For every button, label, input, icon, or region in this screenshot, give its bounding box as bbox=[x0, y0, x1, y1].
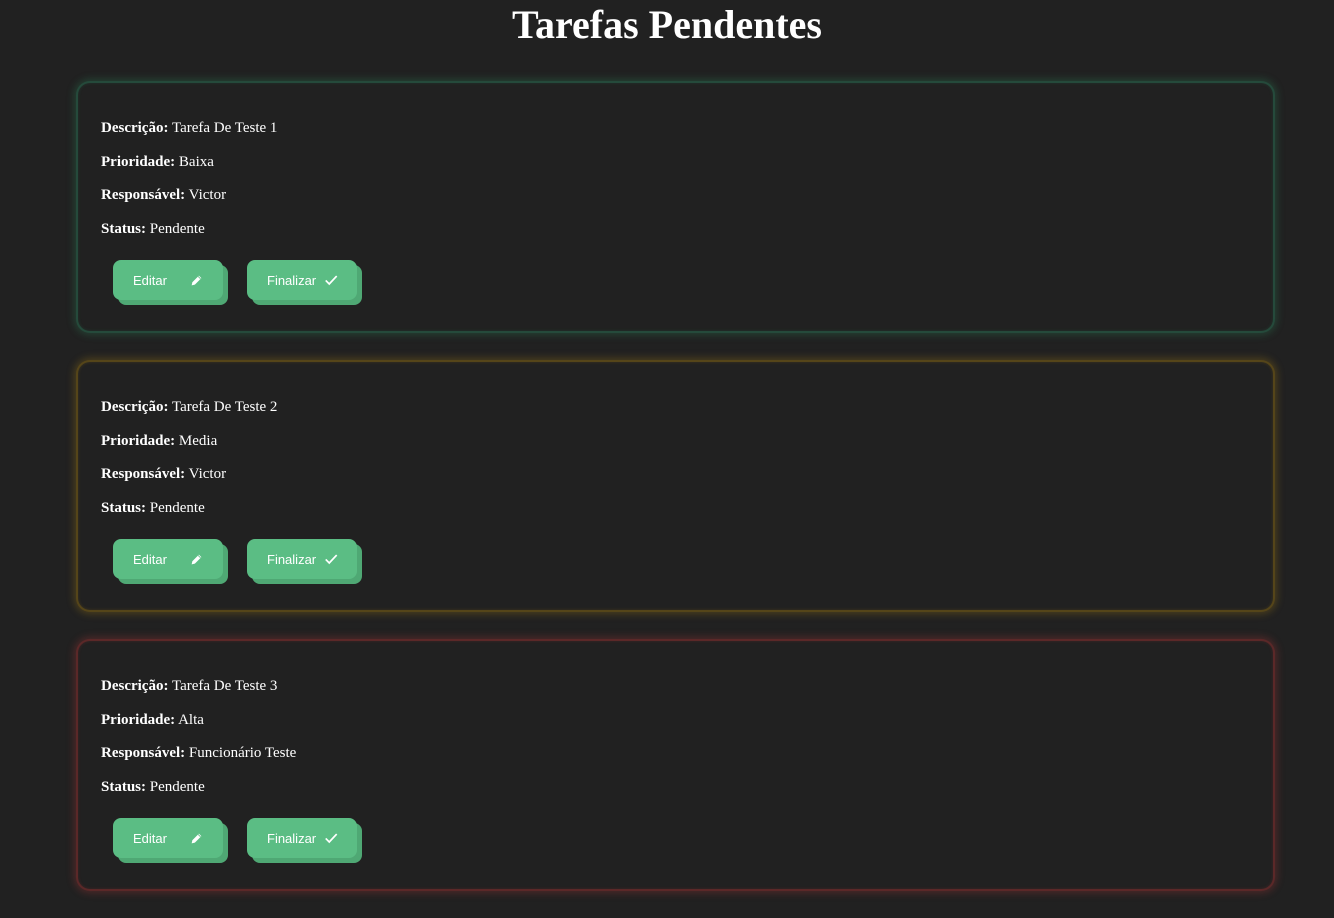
task-card: Descrição: Tarefa De Teste 2 Prioridade:… bbox=[76, 360, 1275, 612]
edit-button-label: Editar bbox=[133, 551, 167, 567]
task-status: Status: Pendente bbox=[101, 498, 1250, 532]
description-label: Descrição: bbox=[101, 678, 169, 694]
pencil-icon bbox=[189, 273, 203, 287]
responsible-label: Responsável: bbox=[101, 745, 186, 762]
edit-button[interactable]: Editar bbox=[113, 260, 223, 300]
status-label: Status: bbox=[101, 221, 147, 238]
finish-button[interactable]: Finalizar bbox=[247, 539, 357, 579]
task-priority: Prioridade: Baixa bbox=[101, 152, 1250, 186]
task-priority: Prioridade: Media bbox=[101, 431, 1250, 465]
finish-button-label: Finalizar bbox=[267, 830, 317, 846]
check-icon bbox=[324, 831, 338, 845]
status-label: Status: bbox=[101, 779, 147, 796]
task-description: Descrição: Tarefa De Teste 1 bbox=[101, 118, 1250, 152]
priority-label: Prioridade: bbox=[101, 153, 176, 170]
task-priority: Prioridade: Alta bbox=[101, 710, 1250, 744]
status-label: Status: bbox=[101, 500, 147, 517]
pencil-icon bbox=[189, 552, 203, 566]
finish-button[interactable]: Finalizar bbox=[247, 260, 357, 300]
edit-button-label: Editar bbox=[133, 830, 167, 846]
description-label: Descrição: bbox=[101, 399, 169, 415]
edit-button[interactable]: Editar bbox=[113, 539, 223, 579]
finish-button-label: Finalizar bbox=[267, 272, 317, 288]
task-actions: Editar Finalizar bbox=[113, 818, 357, 858]
responsible-label: Responsável: bbox=[101, 466, 186, 483]
description-value: Tarefa De Teste 1 bbox=[171, 120, 278, 136]
task-description: Descrição: Tarefa De Teste 2 bbox=[101, 397, 1250, 431]
description-value: Tarefa De Teste 3 bbox=[171, 678, 278, 694]
task-responsible: Responsável: Victor bbox=[101, 185, 1250, 219]
priority-label: Prioridade: bbox=[101, 432, 176, 449]
status-value: Pendente bbox=[149, 221, 205, 238]
status-value: Pendente bbox=[149, 779, 205, 796]
responsible-label: Responsável: bbox=[101, 187, 186, 204]
responsible-value: Victor bbox=[188, 466, 227, 483]
task-card: Descrição: Tarefa De Teste 3 Prioridade:… bbox=[76, 639, 1275, 891]
responsible-value: Funcionário Teste bbox=[188, 745, 297, 762]
edit-button[interactable]: Editar bbox=[113, 818, 223, 858]
task-status: Status: Pendente bbox=[101, 219, 1250, 253]
task-responsible: Responsável: Victor bbox=[101, 464, 1250, 498]
task-status: Status: Pendente bbox=[101, 777, 1250, 811]
task-description: Descrição: Tarefa De Teste 3 bbox=[101, 676, 1250, 710]
description-label: Descrição: bbox=[101, 120, 169, 136]
task-responsible: Responsável: Funcionário Teste bbox=[101, 743, 1250, 777]
description-value: Tarefa De Teste 2 bbox=[171, 399, 278, 415]
responsible-value: Victor bbox=[188, 187, 227, 204]
page-title: Tarefas Pendentes bbox=[512, 2, 822, 47]
priority-value: Baixa bbox=[178, 153, 214, 170]
finish-button[interactable]: Finalizar bbox=[247, 818, 357, 858]
check-icon bbox=[324, 273, 338, 287]
priority-label: Prioridade: bbox=[101, 711, 176, 728]
edit-button-label: Editar bbox=[133, 272, 167, 288]
priority-value: Alta bbox=[178, 711, 204, 728]
priority-value: Media bbox=[178, 432, 218, 449]
task-actions: Editar Finalizar bbox=[113, 539, 357, 579]
status-value: Pendente bbox=[149, 500, 205, 517]
pencil-icon bbox=[189, 831, 203, 845]
task-actions: Editar Finalizar bbox=[113, 260, 357, 300]
check-icon bbox=[324, 552, 338, 566]
finish-button-label: Finalizar bbox=[267, 551, 317, 567]
task-card: Descrição: Tarefa De Teste 1 Prioridade:… bbox=[76, 81, 1275, 333]
task-list: Descrição: Tarefa De Teste 1 Prioridade:… bbox=[76, 81, 1275, 918]
